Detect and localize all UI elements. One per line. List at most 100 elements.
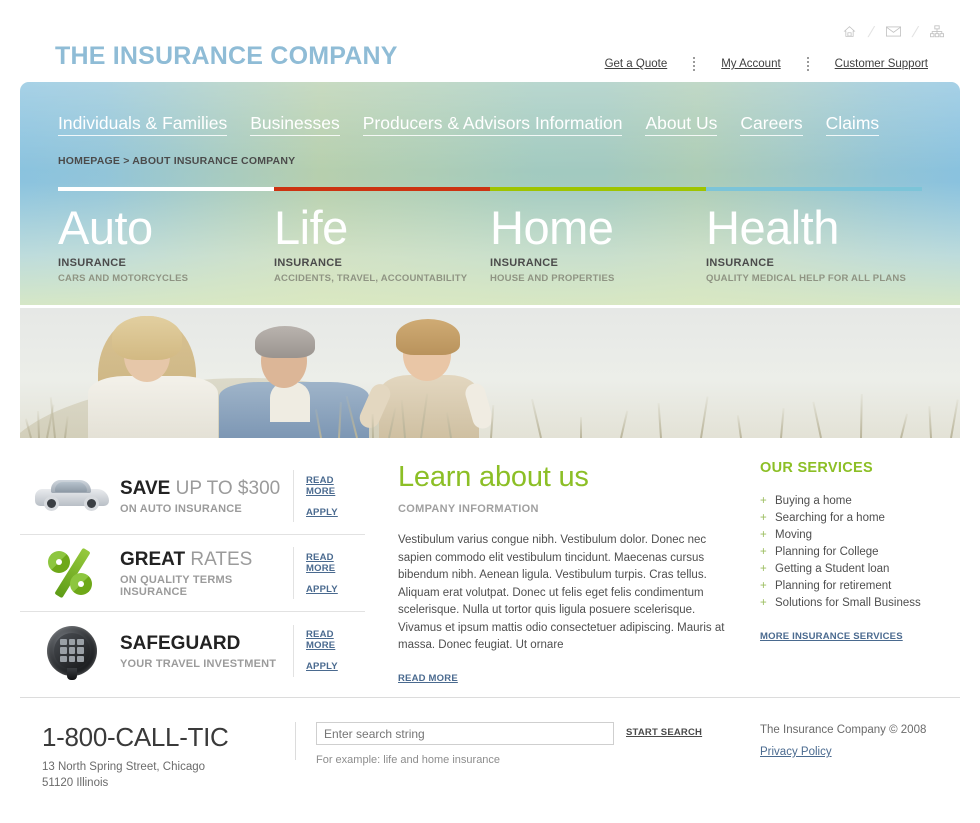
category-home[interactable]: Home INSURANCE HOUSE AND PROPERTIES <box>490 200 706 284</box>
nav-item-individuals-families[interactable]: Individuals & Families <box>58 113 228 136</box>
service-item-planning-for-college[interactable]: + Planning for College <box>760 544 960 560</box>
read-more-link[interactable]: READ MORE <box>306 475 365 497</box>
footer-divider <box>20 697 960 698</box>
footer-vertical-divider <box>295 722 296 760</box>
service-label: Buying a home <box>775 495 852 507</box>
service-label: Planning for College <box>775 546 879 558</box>
page-footer: 1-800-CALL-TIC 13 North Spring Street, C… <box>0 712 980 802</box>
customer-support-link[interactable]: Customer Support <box>809 58 954 70</box>
nav-item-producers-advisors[interactable]: Producers & Advisors Information <box>362 113 623 136</box>
service-label: Planning for retirement <box>775 580 892 592</box>
promo-title: GREAT RATES <box>120 549 253 570</box>
search-input[interactable] <box>316 722 614 745</box>
category-color-bars <box>58 187 922 191</box>
family-photo <box>20 308 960 438</box>
services-title: OUR SERVICES <box>760 460 873 476</box>
page-header: THE INSURANCE COMPANY / / Get a Quote My… <box>0 0 980 82</box>
category-description: QUALITY MEDICAL HELP FOR ALL PLANS <box>706 273 906 284</box>
copyright-block: The Insurance Company © 2008 Privacy Pol… <box>760 724 926 760</box>
service-label: Moving <box>775 529 813 541</box>
plus-icon: + <box>760 546 767 558</box>
service-item-searching-for-a-home[interactable]: + Searching for a home <box>760 510 960 526</box>
apply-link[interactable]: APPLY <box>306 661 365 672</box>
photo-woman <box>82 308 232 438</box>
home-icon[interactable] <box>832 25 866 41</box>
nav-item-claims[interactable]: Claims <box>825 113 880 136</box>
service-item-planning-for-retirement[interactable]: + Planning for retirement <box>760 578 960 594</box>
nav-item-about-us[interactable]: About Us <box>645 113 718 136</box>
car-icon <box>24 479 120 513</box>
category-life[interactable]: Life INSURANCE ACCIDENTS, TRAVEL, ACCOUN… <box>274 200 490 284</box>
search-hint: For example: life and home insurance <box>316 754 501 766</box>
category-health[interactable]: Health INSURANCE QUALITY MEDICAL HELP FO… <box>706 200 922 284</box>
promo-subtitle: ON QUALITY TERMS INSURANCE <box>120 574 233 598</box>
category-bar-health <box>706 187 922 191</box>
promo-links: READ MORE APPLY <box>293 547 365 599</box>
category-subtitle: INSURANCE <box>706 257 775 269</box>
phone-number: 1-800-CALL-TIC <box>42 722 229 752</box>
main-navigation: Individuals & Families Businesses Produc… <box>58 113 880 136</box>
apply-link[interactable]: APPLY <box>306 584 365 595</box>
services-list: + Buying a home + Searching for a home + Mo… <box>760 493 960 611</box>
category-subtitle: INSURANCE <box>274 257 343 269</box>
service-label: Getting a Student loan <box>775 563 890 575</box>
promo-text: SAFEGUARD YOUR TRAVEL INVESTMENT <box>120 632 293 670</box>
category-bar-home <box>490 187 706 191</box>
promo-links: READ MORE APPLY <box>293 624 365 677</box>
plus-icon: + <box>760 563 767 575</box>
nav-item-businesses[interactable]: Businesses <box>250 113 340 136</box>
category-description: HOUSE AND PROPERTIES <box>490 273 615 284</box>
service-item-buying-a-home[interactable]: + Buying a home <box>760 493 960 509</box>
utility-icon-bar: / / <box>832 24 954 41</box>
read-more-link[interactable]: READ MORE <box>306 552 365 574</box>
plus-icon: + <box>760 529 767 541</box>
service-item-getting-a-student-loan[interactable]: + Getting a Student loan <box>760 561 960 577</box>
my-account-link[interactable]: My Account <box>695 58 806 70</box>
nav-item-careers[interactable]: Careers <box>740 113 803 136</box>
site-logo: THE INSURANCE COMPANY <box>55 42 398 70</box>
promo-item-save: SAVE UP TO $300 ON AUTO INSURANCE READ M… <box>20 458 365 535</box>
search-block: START SEARCH For example: life and home … <box>316 722 706 766</box>
page-title: Learn about us <box>398 461 589 493</box>
category-auto[interactable]: Auto INSURANCE CARS AND MOTORCYCLES <box>58 200 274 284</box>
get-a-quote-link[interactable]: Get a Quote <box>579 58 694 70</box>
plus-icon: + <box>760 495 767 507</box>
service-label: Searching for a home <box>775 512 885 524</box>
category-subtitle: INSURANCE <box>490 257 559 269</box>
category-title: Health <box>706 201 839 254</box>
apply-link[interactable]: APPLY <box>306 507 365 518</box>
hero-banner: Individuals & Families Businesses Produc… <box>20 82 960 305</box>
utility-links: Get a Quote My Account Customer Support <box>579 56 954 72</box>
photo-child <box>356 313 505 438</box>
privacy-policy-link[interactable]: Privacy Policy <box>760 746 832 758</box>
service-label: Solutions for Small Business <box>775 597 921 609</box>
sitemap-icon[interactable] <box>920 24 954 41</box>
promo-text: SAVE UP TO $300 ON AUTO INSURANCE <box>120 477 293 515</box>
promo-list: SAVE UP TO $300 ON AUTO INSURANCE READ M… <box>20 458 365 689</box>
mail-icon[interactable] <box>876 26 910 40</box>
category-bar-auto <box>58 187 274 191</box>
breadcrumb: HOMEPAGE > ABOUT INSURANCE COMPANY <box>58 155 296 167</box>
category-bar-life <box>274 187 490 191</box>
category-subtitle: INSURANCE <box>58 257 127 269</box>
promo-title: SAFEGUARD <box>120 632 241 654</box>
address: 13 North Spring Street, Chicago 51120 Il… <box>42 759 229 791</box>
category-description: ACCIDENTS, TRAVEL, ACCOUNTABILITY <box>274 273 468 284</box>
service-item-solutions-for-small-business[interactable]: + Solutions for Small Business <box>760 595 960 611</box>
plus-icon: + <box>760 512 767 524</box>
promo-subtitle: YOUR TRAVEL INVESTMENT <box>120 657 277 670</box>
category-title: Auto <box>58 201 153 254</box>
read-more-link[interactable]: READ MORE <box>306 629 365 651</box>
promo-links: READ MORE APPLY <box>293 470 365 522</box>
category-description: CARS AND MOTORCYCLES <box>58 273 189 284</box>
promo-subtitle: ON AUTO INSURANCE <box>120 503 242 515</box>
category-list: Auto INSURANCE CARS AND MOTORCYCLES Life… <box>58 200 922 284</box>
about-section: Learn about us COMPANY INFORMATION Vesti… <box>398 460 733 686</box>
more-insurance-services-link[interactable]: MORE INSURANCE SERVICES <box>760 631 903 642</box>
start-search-button[interactable]: START SEARCH <box>626 727 702 738</box>
service-item-moving[interactable]: + Moving <box>760 527 960 543</box>
plus-icon: + <box>760 597 767 609</box>
category-title: Life <box>274 201 348 254</box>
promo-text: GREAT RATES ON QUALITY TERMS INSURANCE <box>120 548 293 598</box>
about-read-more-link[interactable]: READ MORE <box>398 673 458 684</box>
